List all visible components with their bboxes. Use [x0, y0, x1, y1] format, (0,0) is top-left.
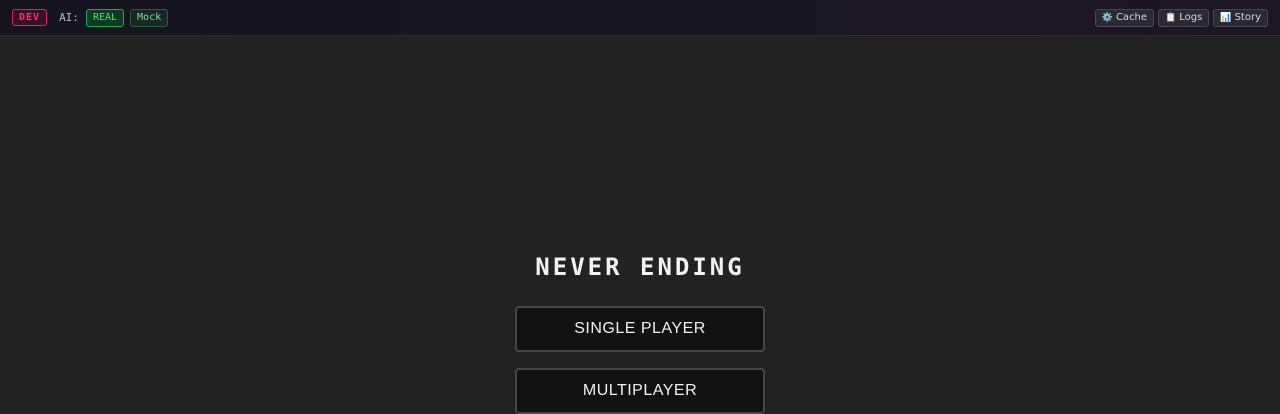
main-menu: NEVER ENDING SINGLE PLAYER MULTIPLAYER — [0, 37, 1280, 414]
ai-mock-button[interactable]: Mock — [130, 8, 169, 27]
story-button[interactable]: 📊 Story — [1213, 8, 1268, 27]
cache-button[interactable]: ⚙️ Cache — [1094, 8, 1155, 27]
ai-mode-label: AI: — [59, 11, 79, 24]
gear-icon: ⚙️ — [1101, 12, 1113, 23]
dev-badge: DEV — [12, 9, 48, 26]
toolbar-right-group: ⚙️ Cache 📋 Logs 📊 Story — [1094, 8, 1268, 27]
cache-button-label: Cache — [1115, 11, 1148, 23]
dev-toolbar: DEV AI: REAL Mock ⚙️ Cache 📋 Logs 📊 Stor… — [0, 0, 1280, 36]
logs-button-label: Logs — [1179, 11, 1203, 23]
game-title: NEVER ENDING — [535, 253, 745, 281]
toolbar-left-group: DEV AI: REAL Mock — [12, 8, 169, 27]
logs-button[interactable]: 📋 Logs — [1158, 8, 1210, 27]
ai-real-button[interactable]: REAL — [85, 8, 125, 27]
single-player-button[interactable]: SINGLE PLAYER — [515, 306, 765, 352]
clipboard-icon: 📋 — [1165, 12, 1177, 23]
chart-icon: 📊 — [1220, 12, 1232, 23]
multiplayer-button[interactable]: MULTIPLAYER — [515, 368, 765, 414]
story-button-label: Story — [1234, 11, 1261, 23]
